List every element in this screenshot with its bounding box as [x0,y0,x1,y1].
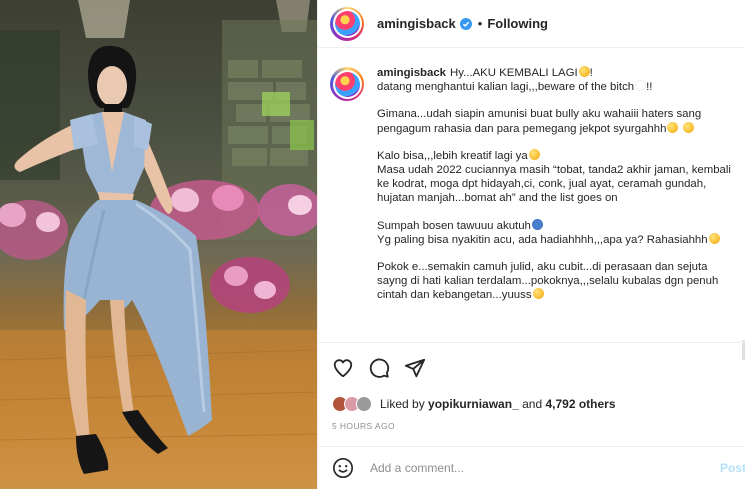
emoji-picker-icon[interactable] [332,457,354,479]
post-photo[interactable] [0,0,317,489]
post-side-panel: amingisback • Following amingisback Hy...… [317,0,745,489]
avatar-ring [332,9,362,38]
post-header: amingisback • Following [318,0,745,48]
caption-line-9: Sumpah bosen tawuuu akutuh [377,218,739,233]
header-separator: • [477,16,483,31]
caption-line-6: Kalo bisa,,,lebih kreatif lagi ya [377,148,739,163]
verified-badge-icon [459,17,472,30]
likes-others[interactable]: 4,792 others [545,397,615,411]
caption-username[interactable]: amingisback [377,67,446,79]
heart-icon[interactable] [332,357,354,379]
caption-row: amingisback Hy...AKU KEMBALI LAGI! datang… [330,66,745,303]
caption-line-text: Gimana...udah siapin amunisi buat bully … [377,108,702,135]
caption-line-12: Pokok e...semakin camuh julid, aku cubit… [377,260,739,303]
likes-connector: and [522,397,543,411]
caption-line-2: datang menghantui kalian lagi,,,beware o… [377,80,653,94]
likes-row: Liked by yopikurniawan_ and 4,792 others [332,393,616,415]
avatar-image [334,11,360,36]
caption-line-text: datang menghantui kalian lagi,,,beware o… [377,81,635,94]
face-emoji-icon [528,148,540,160]
face-emoji-icon [667,121,679,133]
liker-avatars[interactable] [332,396,372,412]
comment-icon[interactable] [368,357,390,379]
avatar-image [334,71,360,97]
share-icon[interactable] [404,357,426,379]
post-actions [318,342,745,392]
likes-prefix: Liked by [380,397,425,411]
caption-text: amingisback Hy...AKU KEMBALI LAGI! datang… [377,66,739,303]
caption-line-text: Sumpah bosen tawuuu akutuh [377,219,531,232]
caption-line-text: Pokok e...semakin camuh julid, aku cubit… [377,261,719,302]
comment-bar: Add a comment... Post [318,446,745,489]
caption-line-text: Hy...AKU KEMBALI LAGI [450,67,578,79]
post-timestamp[interactable]: 5 HOURS AGO [332,421,395,431]
liker-username[interactable]: yopikurniawan_ [428,397,519,411]
follow-status-button[interactable]: Following [487,16,548,31]
caption-line-7: Masa udah 2022 cuciannya masih “tobat, t… [377,163,739,206]
caption-line-text: Yg paling bisa nyakitin acu, ada hadiahh… [377,233,708,246]
caption-line-text: Kalo bisa,,,lebih kreatif lagi ya [377,149,528,162]
caption-line-4: Gimana...udah siapin amunisi buat bully … [377,107,739,135]
face-emoji-icon [708,232,720,244]
caption-avatar[interactable] [330,67,364,101]
face-emoji-icon [532,288,544,300]
profile-avatar[interactable] [330,6,364,41]
person-emoji-icon [531,218,543,230]
avatar-ring [332,69,362,99]
photo-illustration [0,0,317,489]
caption-line-10: Yg paling bisa nyakitin acu, ada hadiahh… [377,232,739,247]
post-comment-button[interactable]: Post [720,461,745,475]
comment-input[interactable]: Add a comment... [370,461,720,475]
caption-line-text: Masa udah 2022 cuciannya masih “tobat, t… [377,164,731,205]
ghost-emoji-icon [635,80,647,92]
header-username[interactable]: amingisback [377,16,456,31]
instagram-post: amingisback • Following amingisback Hy...… [0,0,745,489]
caption-line-1: amingisback Hy...AKU KEMBALI LAGI! [377,66,593,79]
liker-avatar [356,396,372,412]
pray-emoji-icon [682,121,694,133]
face-emoji-icon [578,66,590,77]
caption-section: amingisback Hy...AKU KEMBALI LAGI! datang… [318,66,745,342]
